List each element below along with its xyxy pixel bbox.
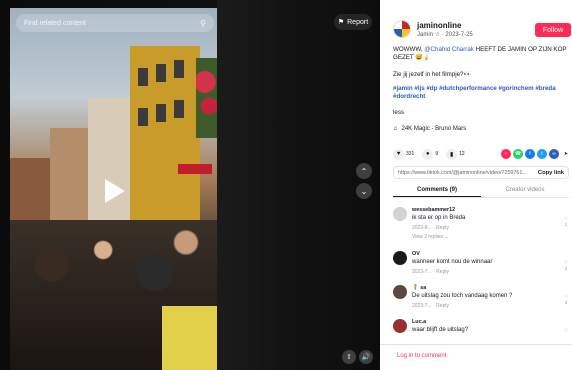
- window: [138, 68, 148, 86]
- side-panel: jaminonline Jamin ☆ · 2023-7-25 Follow W…: [380, 0, 572, 370]
- comment-like-count: 2: [564, 300, 568, 305]
- copy-link-button[interactable]: Copy link: [534, 170, 568, 176]
- comment-like[interactable]: ♡ 2: [564, 260, 568, 271]
- author-row: jaminonline Jamin ☆ · 2023-7-25 Follow: [393, 20, 571, 42]
- caption-prefix: WOWWW,: [393, 46, 425, 53]
- link-row: https://www.tiktok.com/@jaminonline/vide…: [393, 166, 569, 179]
- window: [174, 100, 184, 118]
- report-label: Report: [347, 18, 369, 26]
- author-name[interactable]: jaminonline: [417, 21, 461, 30]
- video-blur-side: [217, 0, 380, 370]
- search-icon[interactable]: ⚲: [200, 19, 206, 28]
- comment-item: 🧍 sa De uitslag zou toch vandaag komen ?…: [393, 285, 571, 319]
- comment-like[interactable]: ♡ 2: [564, 294, 568, 305]
- embed-share-icon[interactable]: ‹: [501, 149, 511, 159]
- caption: WOWWW, @Chahid Charrak HEEFT DE JAMIN OP…: [393, 46, 569, 62]
- window: [138, 108, 148, 126]
- comment-count: 9: [435, 151, 439, 157]
- avatar[interactable]: [393, 285, 407, 299]
- author-meta: Jamin ☆ · 2023-7-25: [417, 31, 473, 38]
- avatar[interactable]: [393, 20, 411, 38]
- avatar[interactable]: [393, 251, 407, 265]
- comment-like-count: 2: [564, 266, 568, 271]
- comment-like-count: 1: [564, 222, 568, 227]
- building-white: [88, 98, 133, 228]
- search-placeholder: Find related content: [24, 19, 86, 27]
- store-sign: [178, 164, 212, 174]
- avatar[interactable]: [393, 319, 407, 333]
- music-title: 24K Magic - Bruno Mars: [401, 126, 467, 132]
- hashtags[interactable]: #jamin #ijs #dp #dutchperformance #gorin…: [393, 85, 569, 101]
- chevron-up-icon[interactable]: ⌃: [356, 163, 372, 179]
- comment-icon[interactable]: ●: [422, 148, 434, 160]
- save-count: 12: [459, 151, 465, 157]
- whatsapp-share-icon[interactable]: ☎: [513, 149, 523, 159]
- music-row[interactable]: ♫ 24K Magic - Bruno Mars: [393, 126, 466, 132]
- flag-icon: ⚑: [337, 19, 345, 26]
- comment-input-bar[interactable]: Log in to comment: [380, 344, 572, 370]
- caption-mention[interactable]: @Chahid Charrak: [424, 46, 474, 53]
- caption-line-2: Zie jij jezelf in het filmpje?👀: [393, 71, 472, 78]
- report-button[interactable]: ⚑ Report: [334, 14, 372, 30]
- play-icon[interactable]: [98, 176, 128, 206]
- comment-user[interactable]: Luc.a: [412, 319, 426, 325]
- float-icon[interactable]: ⇧: [342, 350, 356, 364]
- search-bar[interactable]: Find related content ⚲: [16, 14, 214, 32]
- action-row: ♥ 331 ● 9 ▮ 12 ‹ ☎ f t ∞ ➤: [393, 147, 571, 161]
- save-action[interactable]: ▮ 12: [446, 148, 465, 160]
- like-action[interactable]: ♥ 331: [393, 148, 415, 160]
- ice-cream-banner: [162, 306, 217, 370]
- facebook-share-icon[interactable]: f: [525, 149, 535, 159]
- login-to-comment[interactable]: Log in to comment: [397, 353, 446, 359]
- comment-text: ik sta er op in Breda: [412, 215, 466, 221]
- bookmark-icon[interactable]: ▮: [446, 148, 458, 160]
- window: [156, 64, 166, 82]
- verified-icon: ☆ ·: [434, 32, 446, 38]
- comment-text: De uitslag zou toch vandaag komen ?: [412, 293, 513, 299]
- video-player[interactable]: Find related content ⚲ ⚑ Report ⌃ ⌄ ⇧ 🔊: [0, 0, 380, 370]
- heart-icon[interactable]: ♡: [564, 328, 568, 334]
- flower-basket: [196, 58, 217, 138]
- video-url: https://www.tiktok.com/@jaminonline/vide…: [398, 169, 527, 176]
- comment-text: wanneer komt nou de winnaar: [412, 259, 493, 265]
- window: [156, 104, 166, 122]
- comment-meta[interactable]: 2023-7... · Reply: [412, 269, 449, 275]
- comment-user[interactable]: OV: [412, 251, 420, 257]
- follow-button[interactable]: Follow: [535, 23, 571, 37]
- comment-user[interactable]: wessebammer12: [412, 207, 455, 213]
- music-note-icon: ♫: [393, 126, 398, 132]
- tab-creator-videos[interactable]: Creator videos: [481, 184, 569, 197]
- twitter-share-icon[interactable]: t: [537, 149, 547, 159]
- comment-user[interactable]: 🧍 sa: [412, 285, 426, 291]
- comment-item: OV wanneer komt nou de winnaar 2023-7...…: [393, 251, 571, 285]
- like-count: 331: [406, 151, 415, 157]
- link-share-icon[interactable]: ∞: [549, 149, 559, 159]
- less-link[interactable]: less: [393, 109, 404, 116]
- comment-item: wessebammer12 ik sta er op in Breda 2023…: [393, 207, 571, 241]
- comment-meta[interactable]: 2023-8... · Reply: [412, 225, 449, 231]
- comment-action[interactable]: ● 9: [422, 148, 439, 160]
- post-date: 2023-7-25: [445, 32, 473, 38]
- volume-icon[interactable]: 🔊: [359, 350, 373, 364]
- tab-comments[interactable]: Comments (9): [393, 184, 481, 197]
- comment-meta[interactable]: 2023-7... · Reply: [412, 303, 449, 309]
- comment-like[interactable]: ♡: [564, 328, 568, 334]
- more-share-icon[interactable]: ➤: [561, 149, 571, 159]
- window: [174, 60, 184, 78]
- author-display-name: Jamin: [417, 32, 434, 38]
- comment-like[interactable]: ♡ 1: [564, 216, 568, 227]
- comment-text: waar blijft de uitslag?: [412, 327, 469, 333]
- building-mid: [50, 128, 90, 228]
- tabs: Comments (9) Creator videos: [393, 184, 569, 198]
- heart-icon[interactable]: ♥: [393, 148, 404, 160]
- view-replies-link[interactable]: View 2 replies ⌄: [412, 234, 449, 240]
- avatar[interactable]: [393, 207, 407, 221]
- chevron-down-icon[interactable]: ⌄: [356, 183, 372, 199]
